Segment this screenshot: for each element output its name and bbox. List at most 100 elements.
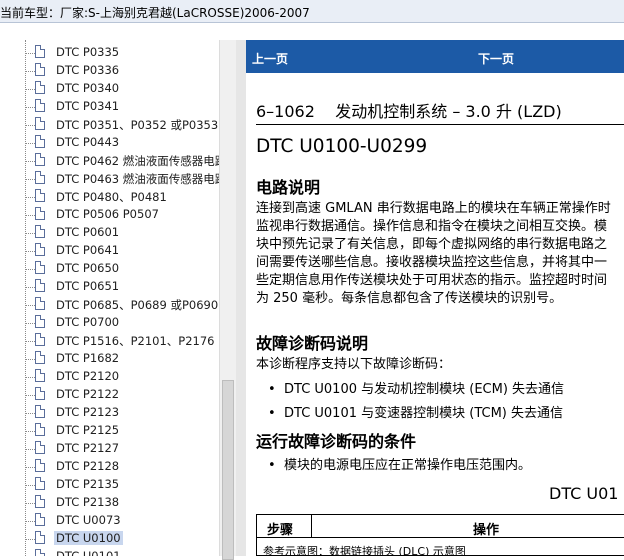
tree-item[interactable]: DTC P0341 bbox=[0, 98, 220, 116]
run-conditions-heading: 运行故障诊断码的条件 bbox=[256, 432, 417, 451]
tree-item[interactable]: DTC P2135 bbox=[0, 476, 220, 494]
tree-item[interactable]: DTC P1516、P2101、P2176 bbox=[0, 332, 220, 350]
tree-item-label: DTC P0462 燃油液面传感器电路 bbox=[56, 154, 227, 168]
document-icon bbox=[35, 315, 45, 328]
document-icon bbox=[35, 153, 45, 166]
document-icon bbox=[35, 351, 45, 364]
tree-scrollbar[interactable] bbox=[219, 40, 237, 560]
tree-item-label: DTC P0651 bbox=[56, 279, 120, 293]
tree-item[interactable]: DTC P2123 bbox=[0, 404, 220, 422]
document-icon bbox=[35, 63, 45, 76]
tree-item-label: DTC P0601 bbox=[56, 225, 120, 239]
toolbar-area bbox=[0, 23, 624, 40]
tree-item[interactable]: DTC P0506 P0507 bbox=[0, 206, 220, 224]
tree-item-label: DTC P2125 bbox=[56, 423, 120, 437]
document-icon bbox=[35, 99, 45, 112]
document-icon bbox=[35, 81, 45, 94]
document-icon bbox=[35, 387, 45, 400]
tree-item-label: DTC P0650 bbox=[56, 261, 120, 275]
document-icon bbox=[35, 333, 45, 346]
pane-splitter[interactable] bbox=[236, 40, 246, 556]
tree-item[interactable]: DTC P0443 bbox=[0, 134, 220, 152]
tree-item[interactable]: DTC P2120 bbox=[0, 368, 220, 386]
circuit-heading: 电路说明 bbox=[256, 178, 321, 197]
tree-item-label: DTC P0685、P0689 或P0690 bbox=[56, 298, 219, 312]
next-page-link[interactable]: 下一页 bbox=[478, 50, 514, 67]
tree-scrollbar-thumb[interactable] bbox=[222, 380, 234, 560]
document-icon bbox=[35, 513, 45, 526]
col-action-header: 操作 bbox=[473, 523, 500, 538]
document-icon bbox=[35, 531, 45, 544]
document-icon bbox=[35, 369, 45, 382]
document-icon bbox=[35, 243, 45, 256]
document-icon bbox=[35, 45, 45, 58]
tree-item[interactable]: DTC P1682 bbox=[0, 350, 220, 368]
tree-item[interactable]: DTC P0336 bbox=[0, 62, 220, 80]
tree-item-label: DTC P0335 bbox=[56, 45, 120, 59]
tree-item[interactable]: DTC P0700 bbox=[0, 314, 220, 332]
tree-item[interactable]: DTC P2128 bbox=[0, 458, 220, 476]
circuit-text: 连接到高速 GMLAN 串行数据电路上的模块在车辆正常操作时监视串行数据通信。操… bbox=[256, 201, 611, 306]
tree-item-label: DTC P2123 bbox=[56, 405, 120, 419]
prev-page-link[interactable]: 上一页 bbox=[252, 50, 288, 67]
window-title-bar: 当前车型：厂家:S-上海别克君越(LaCROSSE)2006-2007 bbox=[0, 0, 624, 23]
document-icon bbox=[35, 261, 45, 274]
dtc-bullet: • DTC U0100 与发动机控制模块 (ECM) 失去通信 bbox=[268, 382, 565, 397]
tree-item[interactable]: DTC P0650 bbox=[0, 260, 220, 278]
tree-item-label: DTC P2122 bbox=[56, 387, 120, 401]
tree-item[interactable]: DTC P0335 bbox=[0, 44, 220, 62]
tree-item-label: DTC P2120 bbox=[56, 369, 120, 383]
tree-item[interactable]: DTC P2127 bbox=[0, 440, 220, 458]
tree-item-label: DTC P1516、P2101、P2176 bbox=[56, 334, 215, 348]
tree-item-label: DTC P1682 bbox=[56, 351, 120, 365]
tree-item[interactable]: DTC P0462 燃油液面传感器电路 bbox=[0, 152, 226, 170]
tree-item-label: DTC P0480、P0481 bbox=[56, 190, 167, 204]
tree-item-label: DTC P2128 bbox=[56, 459, 120, 473]
dtc-desc-heading: 故障诊断码说明 bbox=[256, 334, 369, 353]
document-icon bbox=[35, 495, 45, 508]
document-icon bbox=[35, 297, 45, 310]
tree-item-label: DTC P0340 bbox=[56, 81, 120, 95]
document-icon bbox=[35, 207, 45, 220]
tree-item-label: DTC U0073 bbox=[56, 513, 121, 527]
dtc-bullet: • DTC U0101 与变速器控制模块 (TCM) 失去通信 bbox=[268, 406, 564, 421]
document-icon bbox=[35, 225, 45, 238]
document-icon bbox=[35, 135, 45, 148]
diagnostic-table: 步骤 操作 参考示意图：数据链接插头 (DLC) 示意图 bbox=[256, 514, 624, 556]
dtc-desc-intro: 本诊断程序支持以下故障诊断码： bbox=[256, 357, 452, 372]
table-title: DTC U01 bbox=[549, 484, 619, 503]
tree-item[interactable]: DTC P0641 bbox=[0, 242, 220, 260]
tree-item[interactable]: DTC P0351、P0352 或P0353 bbox=[0, 116, 220, 134]
page-nav-bar: 上一页 下一页 bbox=[246, 40, 624, 73]
tree-item[interactable]: DTC U0073 bbox=[0, 512, 220, 530]
tree-item[interactable]: DTC P0685、P0689 或P0690 bbox=[0, 296, 220, 314]
col-step-header: 步骤 bbox=[267, 523, 294, 538]
tree-item[interactable]: DTC P0463 燃油液面传感器电路 bbox=[0, 170, 226, 188]
tree-item-label: DTC P2138 bbox=[56, 495, 120, 509]
document-icon bbox=[35, 423, 45, 436]
document-icon bbox=[35, 189, 45, 202]
tree-item[interactable]: DTC P0651 bbox=[0, 278, 220, 296]
tree-item[interactable]: DTC P2138 bbox=[0, 494, 220, 512]
tree-item[interactable]: DTC U0100 bbox=[0, 530, 220, 548]
tree-item[interactable]: DTC P0340 bbox=[0, 80, 220, 98]
tree-item-label: DTC P2127 bbox=[56, 441, 120, 455]
tree-item[interactable]: DTC P2125 bbox=[0, 422, 220, 440]
document-icon bbox=[35, 459, 45, 472]
document-icon bbox=[35, 549, 45, 556]
document-icon bbox=[35, 441, 45, 454]
tree-item-label: DTC P0463 燃油液面传感器电路 bbox=[56, 172, 227, 186]
document-icon bbox=[35, 477, 45, 490]
tree-item[interactable]: DTC P0601 bbox=[0, 224, 220, 242]
tree-item[interactable]: DTC U0101 bbox=[0, 548, 220, 556]
tree-item[interactable]: DTC P2122 bbox=[0, 386, 220, 404]
tree-item-label: DTC P0443 bbox=[56, 135, 120, 149]
tree-item-label: DTC U0100 bbox=[54, 531, 123, 545]
run-bullet: • 模块的电源电压应在正常操作电压范围内。 bbox=[268, 458, 532, 473]
tree-item[interactable]: DTC P0480、P0481 bbox=[0, 188, 220, 206]
tree-item-label: DTC P0351、P0352 或P0353 bbox=[56, 118, 219, 132]
document-icon bbox=[35, 171, 45, 184]
section-rule bbox=[256, 124, 624, 125]
table-first-row: 参考示意图：数据链接插头 (DLC) 示意图 bbox=[263, 545, 466, 556]
document-icon bbox=[35, 117, 45, 130]
